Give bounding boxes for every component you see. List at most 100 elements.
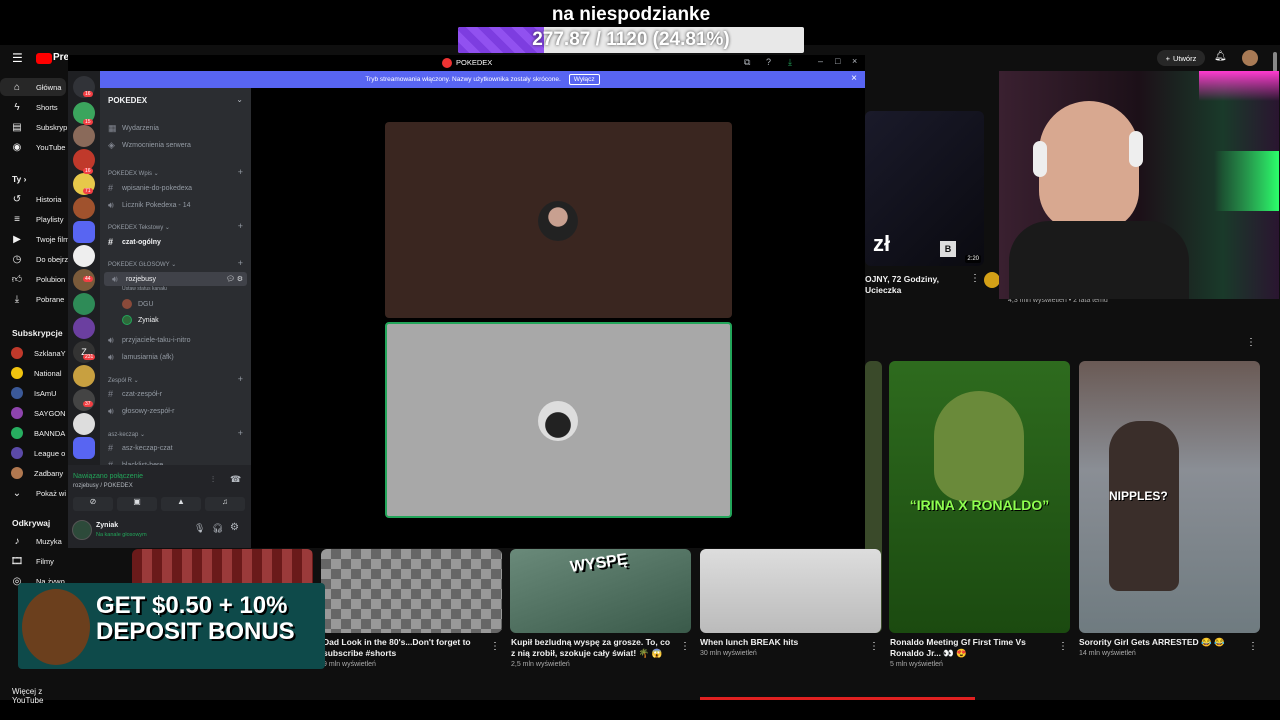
close-icon[interactable]: × xyxy=(852,56,857,66)
more-options-icon[interactable]: ⋮ xyxy=(490,641,500,652)
sub-item[interactable]: Zadbany xyxy=(0,464,70,482)
voice-user[interactable]: Zyniak xyxy=(114,313,265,327)
sidebar-item-liked[interactable]: 👍︎ Polubion xyxy=(0,270,70,288)
channel-avatar[interactable] xyxy=(984,272,1000,288)
short-thumbnail[interactable] xyxy=(700,549,881,633)
youtube-logo-icon[interactable] xyxy=(36,53,52,64)
chevron-down-icon[interactable]: ⌄ xyxy=(236,95,243,104)
category-header[interactable]: POKEDEX GŁOSOWY ⌄ xyxy=(108,261,176,268)
video-title[interactable]: When lunch BREAK hits xyxy=(700,637,860,648)
text-channel[interactable]: # czat-ogólny xyxy=(100,235,251,249)
screen-share-button[interactable]: ▣ xyxy=(117,497,157,511)
add-channel-icon[interactable]: + xyxy=(238,428,243,438)
server-icon[interactable] xyxy=(73,365,95,387)
participant-tile-speaking[interactable] xyxy=(385,322,732,518)
sidebar-item-history[interactable]: ↺ Historia xyxy=(0,190,70,208)
short-thumbnail[interactable]: NIPPLES? xyxy=(1079,361,1260,633)
sidebar-item-shorts[interactable]: ϟ Shorts xyxy=(0,98,70,116)
video-title[interactable]: Kupił bezludną wyspę za grosze. To, co z… xyxy=(511,637,676,659)
sidebar-item-your-videos[interactable]: ▶ Twoje film xyxy=(0,230,70,248)
headphones-icon[interactable]: 🎧︎ xyxy=(212,523,223,534)
server-icon[interactable] xyxy=(73,125,95,147)
server-icon[interactable] xyxy=(73,413,95,435)
text-channel[interactable]: # czat-zespół-r xyxy=(100,387,251,401)
voice-channel[interactable]: 🔊︎ głosowy-zespół-r xyxy=(100,404,251,418)
download-icon[interactable]: ⤓ xyxy=(788,57,792,68)
sidebar-item-downloads[interactable]: ⤓ Pobrane xyxy=(0,290,70,308)
activity-button[interactable]: ▲ xyxy=(161,497,201,511)
category-header[interactable]: Zespół R ⌄ xyxy=(108,377,139,384)
disable-streamer-button[interactable]: Wyłącz xyxy=(568,74,600,85)
disconnect-icon[interactable]: ☎ xyxy=(230,474,241,485)
voice-channel[interactable]: 🔊︎ lamusiarnia (afk) xyxy=(100,350,251,364)
add-channel-icon[interactable]: + xyxy=(238,167,243,177)
close-banner-icon[interactable]: × xyxy=(851,73,857,84)
folder-icon[interactable] xyxy=(73,221,95,243)
sub-item[interactable]: SzklanaY xyxy=(0,344,70,362)
short-thumbnail[interactable]: WYSPĘ xyxy=(510,549,691,633)
video-title[interactable]: Dad Look in the 80's...Don't forget to s… xyxy=(323,637,483,659)
voice-channel[interactable]: 🔊︎ przyjaciele-taku-i-nitro xyxy=(100,333,251,347)
soundboard-button[interactable]: ♫ xyxy=(205,497,245,511)
connection-status[interactable]: Nawiązano połączenie xyxy=(73,473,143,480)
maximize-icon[interactable]: □ xyxy=(835,56,840,66)
sidebar-item-watch-later[interactable]: ◷ Do obejrz xyxy=(0,250,70,268)
sidebar-item-playlists[interactable]: ≡ Playlisty xyxy=(0,210,70,228)
user-avatar[interactable] xyxy=(72,520,92,540)
voice-status[interactable]: Ustaw status kanału xyxy=(122,286,167,292)
category-header[interactable]: POKEDEX Tekstowy ⌄ xyxy=(108,224,170,231)
sub-item[interactable]: SAYGON xyxy=(0,404,70,422)
minimize-icon[interactable]: – xyxy=(818,56,823,66)
sub-item[interactable]: IsAmU xyxy=(0,384,70,402)
noise-suppression-icon[interactable]: ⫶ xyxy=(212,475,214,485)
sidebar-item-youtube-music[interactable]: ◉ YouTube xyxy=(0,138,70,156)
video-thumbnail[interactable]: zł B 2:20 xyxy=(865,111,984,266)
sidebar-item-home[interactable]: ⌂ Główna xyxy=(0,78,66,96)
connection-location[interactable]: rozjebusy / POKEDEX xyxy=(73,483,133,489)
shorts-more-icon[interactable]: ⋮ xyxy=(1246,337,1256,348)
events-item[interactable]: ▦ Wydarzenia xyxy=(100,121,251,135)
server-icon[interactable] xyxy=(73,245,95,267)
sub-item[interactable]: BANNDA xyxy=(0,424,70,442)
text-channel[interactable]: # asz-keczap-czat xyxy=(100,441,251,455)
sidebar-item-subscriptions[interactable]: ▤ Subskryp xyxy=(0,118,70,136)
more-options-icon[interactable]: ⋮ xyxy=(869,641,879,652)
add-channel-icon[interactable]: + xyxy=(238,258,243,268)
video-title[interactable]: Sorority Girl Gets ARRESTED 😂 😂 xyxy=(1079,637,1239,648)
boosts-item[interactable]: ◈ Wzmocnienia serwera xyxy=(100,138,251,152)
subscriptions-heading[interactable]: Subskrypcje xyxy=(12,328,63,338)
sidebar-item-music[interactable]: ♪ Muzyka xyxy=(0,532,70,550)
add-channel-icon[interactable]: + xyxy=(238,221,243,231)
voice-user[interactable]: DGU xyxy=(114,297,265,311)
channel-actions-icon[interactable]: 💬︎ ⚙ xyxy=(226,275,243,283)
participant-tile[interactable] xyxy=(385,122,732,318)
inbox-icon[interactable]: ⧉ xyxy=(744,57,750,68)
settings-gear-icon[interactable]: ⚙ xyxy=(230,522,239,533)
more-options-icon[interactable]: ⋮ xyxy=(1058,641,1068,652)
voice-channel[interactable]: 🔊︎ Licznik Pokedexa - 14 xyxy=(100,198,251,212)
server-name[interactable]: POKEDEX xyxy=(108,96,147,105)
category-header[interactable]: POKEDEX Wpis ⌄ xyxy=(108,170,159,177)
video-title[interactable]: Ronaldo Meeting Gf First Time Vs Ronaldo… xyxy=(890,637,1050,659)
create-button[interactable]: + Utwórz xyxy=(1157,50,1205,66)
menu-icon[interactable]: ☰ xyxy=(12,51,23,65)
folder-icon[interactable] xyxy=(73,437,95,459)
camera-button[interactable]: ⊘ xyxy=(73,497,113,511)
show-more-subs[interactable]: ⌄ Pokaż wi xyxy=(0,484,70,502)
sub-item[interactable]: League o xyxy=(0,444,70,462)
you-heading[interactable]: Ty › xyxy=(12,174,27,184)
more-options-icon[interactable]: ⋮ xyxy=(970,273,980,284)
bell-icon[interactable]: 🔔︎ xyxy=(1214,51,1227,62)
short-thumbnail[interactable] xyxy=(321,549,502,633)
help-icon[interactable]: ? xyxy=(766,57,771,67)
more-options-icon[interactable]: ⋮ xyxy=(1248,641,1258,652)
category-header[interactable]: asz-keczap ⌄ xyxy=(108,431,145,438)
avatar[interactable] xyxy=(1242,50,1258,66)
more-options-icon[interactable]: ⋮ xyxy=(680,641,690,652)
text-channel[interactable]: # wpisanie-do-pokedexa xyxy=(100,181,251,195)
add-channel-icon[interactable]: + xyxy=(238,374,243,384)
sidebar-item-movies[interactable]: 🎞︎ Filmy xyxy=(0,552,70,570)
scrollbar-thumb[interactable] xyxy=(1273,52,1277,72)
voice-channel-active[interactable]: 🔊︎ rozjebusy 💬︎ ⚙ xyxy=(104,272,247,286)
server-icon[interactable] xyxy=(73,197,95,219)
